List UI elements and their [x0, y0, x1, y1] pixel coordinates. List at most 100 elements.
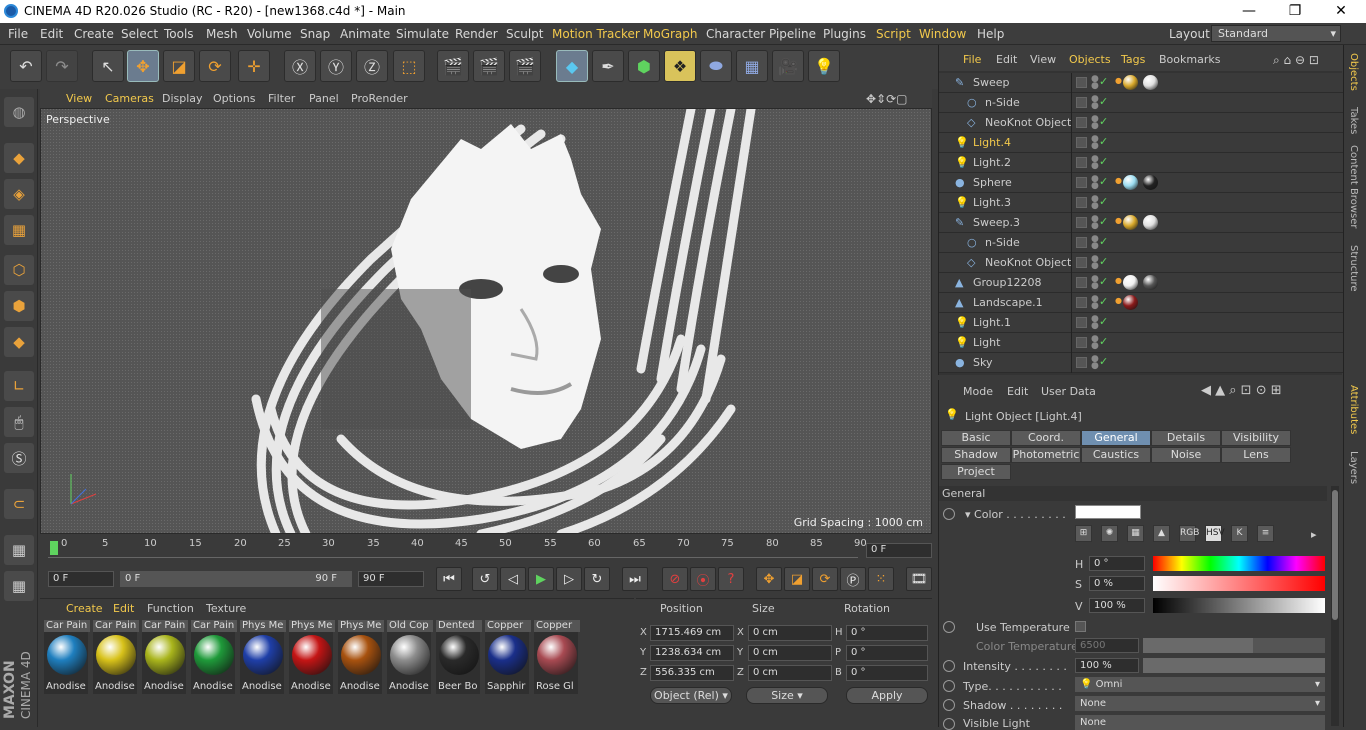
scale-tool-button[interactable]: ◪ — [163, 50, 195, 82]
object-row[interactable]: ◇ NeoKnot Object ● ● ✓ — [939, 113, 1343, 133]
material-tag[interactable] — [1143, 275, 1158, 290]
live-selection-button[interactable]: ↖ — [92, 50, 124, 82]
object-menu-tags[interactable]: Tags — [1121, 53, 1145, 66]
visibility-dots[interactable]: ● ● — [1091, 335, 1099, 351]
key-position-button[interactable]: ✥ — [756, 567, 782, 591]
color-temperature-slider[interactable] — [1143, 638, 1325, 653]
attr-menu-user-data[interactable]: User Data — [1041, 385, 1096, 398]
material-swatch[interactable]: Car Pain Anodise — [92, 619, 139, 695]
object-row[interactable]: ◇ NeoKnot Object ● ● ✓ — [939, 253, 1343, 273]
layer-box[interactable] — [1076, 157, 1087, 168]
timeline-ruler[interactable]: 0 5 10 15 20 25 30 35 40 45 50 55 60 65 … — [48, 538, 867, 558]
3d-viewport[interactable]: Perspective Grid Spacing : 1000 cm — [40, 108, 932, 534]
model-mode-button[interactable]: ◆ — [4, 143, 34, 173]
rotation-field[interactable]: 0 ° — [846, 665, 928, 681]
cube-button[interactable]: ◆ — [556, 50, 588, 82]
object-row[interactable]: ✎ Sweep ● ● ✓ ● — [939, 73, 1343, 93]
size-mode-select[interactable]: Size ▾ — [746, 687, 828, 704]
size-field[interactable]: 0 cm — [748, 645, 832, 661]
make-editable-button[interactable]: ◍ — [4, 97, 34, 127]
value-slider[interactable] — [1153, 598, 1325, 613]
layer-box[interactable] — [1076, 357, 1087, 368]
viewport-menu-view[interactable]: View — [66, 92, 92, 105]
color-picker-icon[interactable]: ⊞ — [1075, 525, 1092, 542]
deformer-button[interactable]: ⬬ — [700, 50, 732, 82]
layer-box[interactable] — [1076, 97, 1087, 108]
material-tag[interactable] — [1123, 275, 1138, 290]
apply-button[interactable]: Apply — [846, 687, 928, 704]
texture-mode-button[interactable]: ◈ — [4, 179, 34, 209]
layout-select[interactable]: Standard ▾ — [1211, 25, 1341, 42]
cloner-button[interactable]: ❖ — [664, 50, 696, 82]
object-menu-bookmarks[interactable]: Bookmarks — [1159, 53, 1220, 66]
visibility-dots[interactable]: ● ● — [1091, 175, 1099, 191]
tab-noise[interactable]: Noise — [1151, 447, 1221, 463]
end-frame-field[interactable]: 90 F — [358, 571, 424, 587]
side-tab-takes[interactable]: Takes — [1348, 107, 1359, 134]
object-row[interactable]: ✎ Sweep.3 ● ● ✓ ● — [939, 213, 1343, 233]
material-tag[interactable] — [1143, 215, 1158, 230]
color-temperature-field[interactable]: 6500 — [1075, 638, 1139, 653]
visibility-dots[interactable]: ● ● — [1091, 295, 1099, 311]
y-axis-button[interactable]: Ⓨ — [320, 50, 352, 82]
viewport-navigation-icons[interactable]: ✥⇕⟳▢ — [866, 92, 908, 106]
layer-box[interactable] — [1076, 297, 1087, 308]
visible-light-radio[interactable] — [943, 718, 955, 730]
enabled-check-icon[interactable]: ✓ — [1099, 295, 1108, 308]
object-row[interactable]: ● Sphere ● ● ✓ ● — [939, 173, 1343, 193]
key-pla-button[interactable]: ⁙ — [868, 567, 894, 591]
type-select[interactable]: 💡 Omni ▾ — [1075, 677, 1325, 692]
side-tab-attributes[interactable]: Attributes — [1348, 385, 1359, 434]
menu-mesh[interactable]: Mesh — [206, 27, 238, 41]
undo-button[interactable]: ↶ — [10, 50, 42, 82]
visibility-dots[interactable]: ● ● — [1091, 315, 1099, 331]
enabled-check-icon[interactable]: ✓ — [1099, 315, 1108, 328]
enabled-check-icon[interactable]: ✓ — [1099, 275, 1108, 288]
visibility-dots[interactable]: ● ● — [1091, 215, 1099, 231]
hsv-mode-button[interactable]: HSV — [1205, 525, 1225, 542]
camera-button[interactable]: 🎥 — [772, 50, 804, 82]
timeline-window-button[interactable]: 🎞 — [906, 567, 932, 591]
menu-character[interactable]: Character — [706, 27, 765, 41]
material-swatch[interactable]: Phys Me Anodise — [239, 619, 286, 695]
menu-sculpt[interactable]: Sculpt — [506, 27, 543, 41]
material-tag[interactable] — [1143, 175, 1158, 190]
key-parameter-button[interactable]: Ⓟ — [840, 567, 866, 591]
tab-shadow[interactable]: Shadow — [941, 447, 1011, 463]
key-rotation-button[interactable]: ⟳ — [812, 567, 838, 591]
material-swatch[interactable]: Car Pain Anodise — [190, 619, 237, 695]
rotate-tool-button[interactable]: ⟳ — [199, 50, 231, 82]
viewport-menu-panel[interactable]: Panel — [309, 92, 339, 105]
object-row[interactable]: ▲ Group12208 ● ● ✓ ● — [939, 273, 1343, 293]
visibility-dots[interactable]: ● ● — [1091, 235, 1099, 251]
layer-box[interactable] — [1076, 137, 1087, 148]
viewport-menu-display[interactable]: Display — [162, 92, 203, 105]
minimize-button[interactable]: — — [1226, 2, 1272, 22]
enabled-check-icon[interactable]: ✓ — [1099, 335, 1108, 348]
workplane-mode-button[interactable]: ▦ — [4, 215, 34, 245]
menu-render[interactable]: Render — [455, 27, 498, 41]
visibility-dots[interactable]: ● ● — [1091, 255, 1099, 271]
previous-key-button[interactable]: ↺ — [472, 567, 498, 591]
type-radio[interactable] — [943, 680, 955, 692]
layer-box[interactable] — [1076, 237, 1087, 248]
layer-box[interactable] — [1076, 177, 1087, 188]
material-tag[interactable] — [1123, 295, 1138, 310]
points-mode-button[interactable]: ⬡ — [4, 255, 34, 285]
position-field[interactable]: 556.335 cm — [650, 665, 734, 681]
material-menu-texture[interactable]: Texture — [206, 602, 246, 615]
color-wheel-icon[interactable]: ✺ — [1101, 525, 1118, 542]
record-keys-button[interactable]: ⊘ — [662, 567, 688, 591]
object-row[interactable]: ▲ Landscape.1 ● ● ✓ ● — [939, 293, 1343, 313]
material-swatch[interactable]: Car Pain Anodise — [43, 619, 90, 695]
material-swatch[interactable]: Copper Sapphir — [484, 619, 531, 695]
lock-workplane-button[interactable]: ▦ — [4, 535, 34, 565]
color-image-icon[interactable]: ▲ — [1153, 525, 1170, 542]
viewport-menu-filter[interactable]: Filter — [268, 92, 295, 105]
object-row[interactable]: ○ n-Side ● ● ✓ — [939, 233, 1343, 253]
material-swatch[interactable]: Car Pain Anodise — [141, 619, 188, 695]
close-button[interactable]: ✕ — [1318, 2, 1364, 22]
tab-caustics[interactable]: Caustics — [1081, 447, 1151, 463]
menu-help[interactable]: Help — [977, 27, 1004, 41]
material-tag[interactable] — [1123, 215, 1138, 230]
